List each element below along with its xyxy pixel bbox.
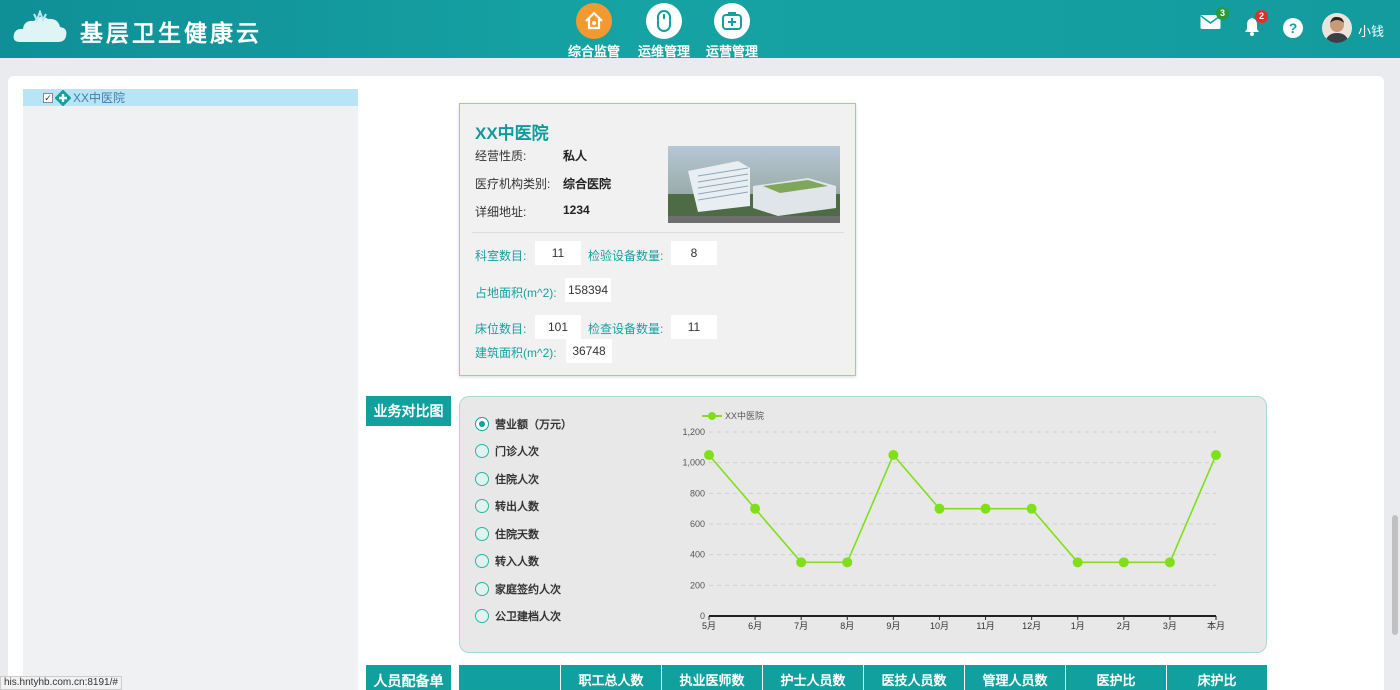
x-tick-label: 12月 bbox=[1022, 621, 1041, 631]
y-tick-label: 600 bbox=[690, 519, 705, 529]
nav-operations[interactable]: 运营管理 bbox=[697, 3, 767, 60]
top-header: 基层卫生健康云 综合监管 运维管理 运营管理 3 2 ? 小钱 bbox=[0, 0, 1400, 60]
legend-label: XX中医院 bbox=[725, 410, 764, 421]
medical-kit-icon bbox=[714, 3, 750, 39]
data-point bbox=[888, 450, 899, 460]
bed-count-label: 床位数目: bbox=[475, 322, 527, 336]
tree-node-label: XX中医院 bbox=[73, 91, 126, 105]
x-tick-label: 7月 bbox=[794, 621, 808, 631]
column-header: 执业医师数 bbox=[661, 665, 762, 690]
help-button[interactable]: ? bbox=[1283, 18, 1303, 43]
nav-comprehensive-supervision[interactable]: 综合监管 bbox=[559, 3, 629, 60]
x-tick-label: 9月 bbox=[886, 621, 900, 631]
column-header: 医护比 bbox=[1065, 665, 1166, 690]
address-label: 详细地址: bbox=[475, 205, 527, 219]
medical-cross-icon bbox=[55, 89, 71, 106]
dept-count-value: 11 bbox=[535, 241, 581, 265]
x-tick-label: 8月 bbox=[840, 621, 854, 631]
y-tick-label: 1,200 bbox=[682, 427, 705, 437]
institution-type-value: 综合医院 bbox=[563, 177, 612, 191]
data-point bbox=[750, 503, 761, 514]
status-bar-url: his.hntyhb.com.cn:8191/# bbox=[0, 676, 122, 690]
data-point bbox=[1164, 557, 1175, 568]
institution-type-label: 医疗机构类别: bbox=[475, 177, 551, 191]
inspect-equip-value: 8 bbox=[671, 241, 717, 265]
home-icon bbox=[576, 3, 612, 39]
column-header: 职工总人数 bbox=[560, 665, 661, 690]
business-nature-label: 经营性质: bbox=[475, 149, 527, 163]
column-header bbox=[459, 665, 560, 690]
data-point bbox=[704, 450, 714, 460]
x-tick-label: 6月 bbox=[748, 621, 762, 631]
mail-button[interactable]: 3 bbox=[1200, 7, 1229, 35]
page-scrollbar[interactable] bbox=[1392, 515, 1398, 635]
legend-marker bbox=[708, 412, 716, 420]
build-area-label: 建筑面积(m^2): bbox=[475, 346, 557, 360]
mouse-icon bbox=[646, 3, 682, 39]
column-header: 医技人员数 bbox=[863, 665, 964, 690]
help-icon: ? bbox=[1283, 18, 1303, 38]
hospital-name: XX中医院 bbox=[475, 124, 549, 143]
y-tick-label: 1,000 bbox=[682, 458, 705, 468]
x-tick-label: 3月 bbox=[1163, 621, 1177, 631]
dept-count-label: 科室数目: bbox=[475, 249, 527, 263]
y-tick-label: 400 bbox=[690, 550, 705, 560]
app-title: 基层卫生健康云 bbox=[80, 21, 262, 47]
y-tick-label: 800 bbox=[690, 488, 705, 498]
x-tick-label: 1月 bbox=[1071, 621, 1085, 631]
business-nature-value: 私人 bbox=[563, 149, 588, 163]
data-point bbox=[1072, 557, 1083, 568]
org-tree: ✓ XX中医院 bbox=[23, 89, 358, 690]
data-point bbox=[1026, 503, 1037, 514]
card-divider bbox=[472, 232, 844, 233]
notification-count-badge: 2 bbox=[1255, 10, 1268, 23]
x-tick-label: 2月 bbox=[1117, 621, 1131, 631]
x-tick-label: 5月 bbox=[702, 621, 716, 631]
data-point bbox=[796, 557, 807, 568]
biz-compare-panel: 营业额（万元） 门诊人次 住院人次 转出人数 住院天数 转入人数 家庭签约人次 … bbox=[459, 396, 1267, 653]
x-tick-label: 本月 bbox=[1207, 620, 1225, 631]
column-header: 护士人员数 bbox=[762, 665, 863, 690]
build-area-value: 36748 bbox=[566, 339, 612, 363]
svg-text:?: ? bbox=[1289, 20, 1298, 36]
data-point bbox=[1118, 557, 1129, 568]
user-avatar[interactable] bbox=[1322, 13, 1352, 43]
exam-equip-value: 11 bbox=[671, 315, 717, 339]
tree-node-hospital[interactable]: ✓ XX中医院 bbox=[23, 89, 358, 106]
series-line bbox=[708, 453, 1217, 564]
y-tick-label: 200 bbox=[690, 580, 705, 590]
nav-ops-maintenance[interactable]: 运维管理 bbox=[629, 3, 699, 60]
line-chart: 0 200 400 600 800 1,000 1,200 5月 6月 7月 8月 9月 10月 11月 1… bbox=[682, 410, 1225, 631]
data-point bbox=[980, 503, 991, 514]
x-tick-label: 10月 bbox=[930, 621, 949, 631]
staff-table-header: 职工总人数 执业医师数 护士人员数 医技人员数 管理人员数 医护比 床护比 bbox=[459, 665, 1267, 690]
cloud-logo-icon bbox=[13, 10, 67, 42]
mail-count-badge: 3 bbox=[1216, 7, 1229, 20]
data-point bbox=[842, 557, 853, 568]
nav-label: 综合监管 bbox=[567, 44, 620, 59]
land-area-label: 占地面积(m^2): bbox=[475, 286, 557, 300]
notification-button[interactable]: 2 bbox=[1244, 10, 1268, 41]
nav-label: 运维管理 bbox=[637, 44, 690, 59]
bed-count-value: 101 bbox=[535, 315, 581, 339]
checkbox-icon[interactable]: ✓ bbox=[43, 92, 53, 103]
inspect-equip-label: 检验设备数量: bbox=[588, 249, 664, 263]
y-tick-label: 0 bbox=[700, 611, 705, 621]
address-value: 1234 bbox=[563, 203, 590, 217]
hospital-info-card: XX中医院 经营性质: 私人 医疗机构类别: 综合医院 详细地址: 1234 科… bbox=[459, 103, 856, 376]
staffing-section-title: 人员配备单 bbox=[366, 665, 451, 690]
exam-equip-label: 检查设备数量: bbox=[588, 322, 664, 336]
column-header: 管理人员数 bbox=[964, 665, 1065, 690]
nav-label: 运营管理 bbox=[705, 44, 758, 59]
x-tick-label: 11月 bbox=[976, 621, 994, 631]
land-area-value: 158394 bbox=[565, 278, 611, 302]
hospital-photo bbox=[668, 146, 840, 223]
biz-compare-section-title: 业务对比图 bbox=[366, 396, 451, 426]
user-name[interactable]: 小钱 bbox=[1358, 21, 1384, 40]
data-point bbox=[934, 503, 945, 514]
column-header: 床护比 bbox=[1166, 665, 1267, 690]
data-point bbox=[1211, 450, 1221, 460]
